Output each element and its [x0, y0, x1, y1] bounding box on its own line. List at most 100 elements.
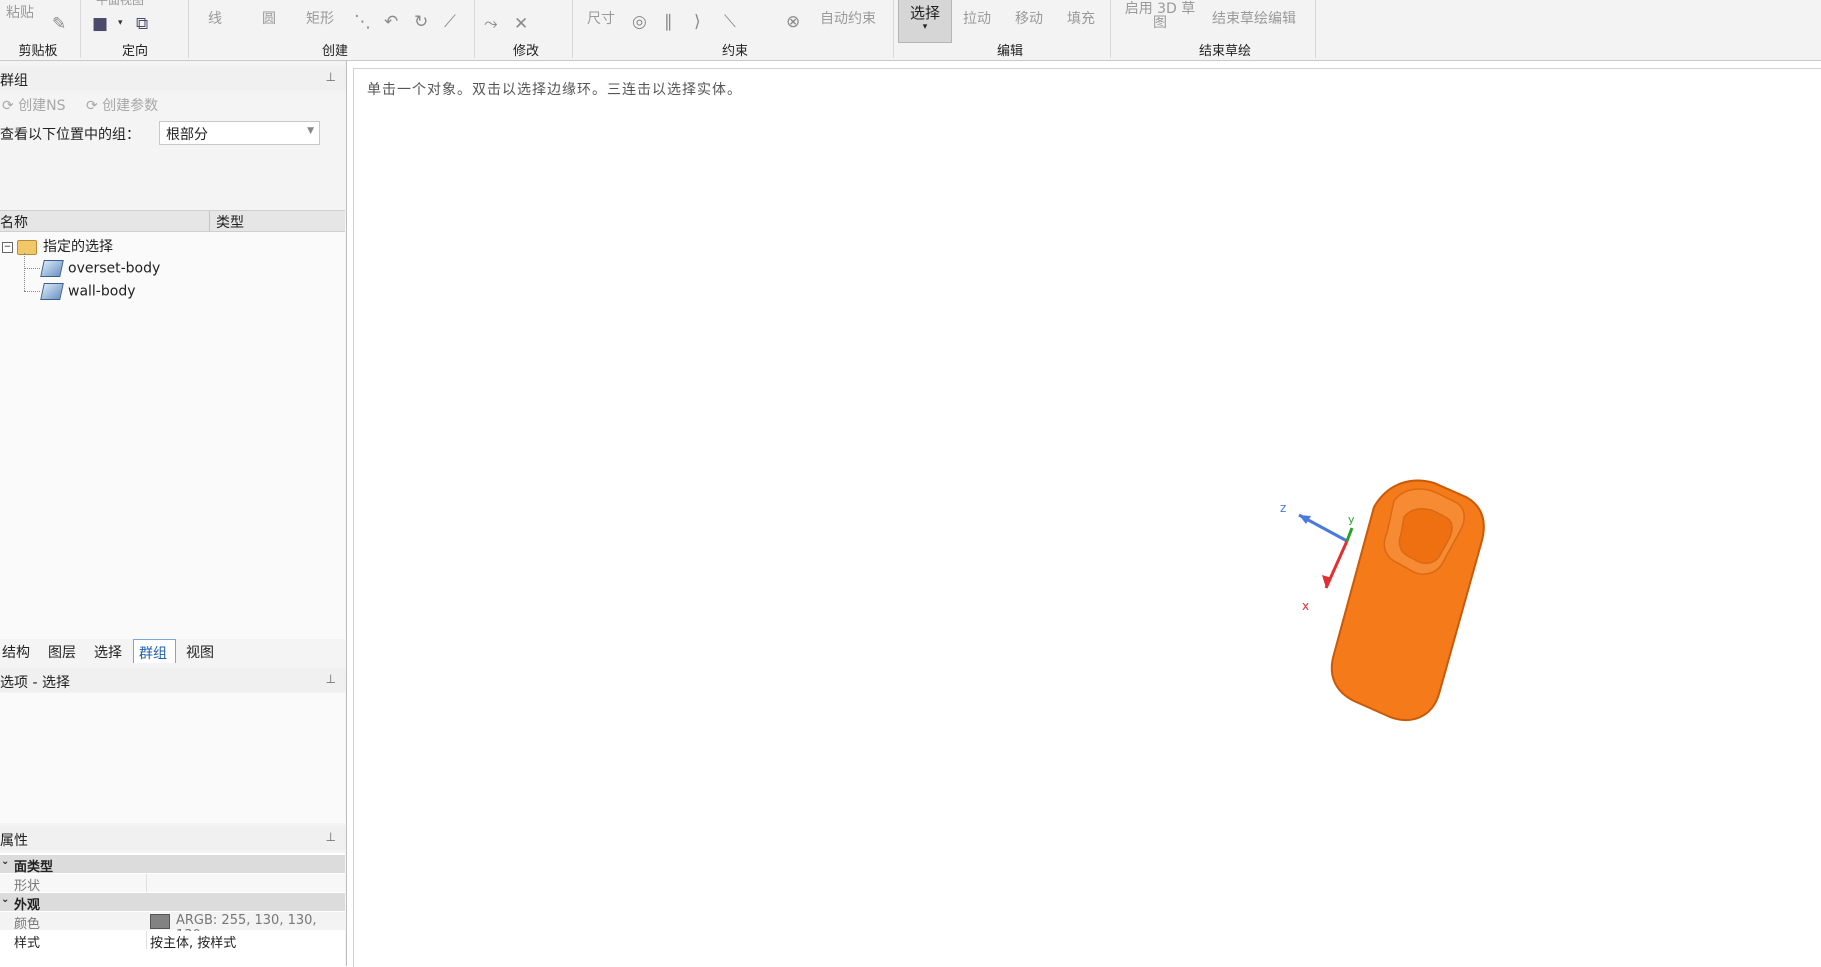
tab-selection[interactable]: 选择 — [94, 639, 122, 663]
spline-icon[interactable]: ⋱ — [354, 12, 371, 32]
ribbon: 粘贴 ✎ 剪贴板 平面视图 ■ ▾ ⧉ 定向 线 圆 矩形 ⋱ ↶ ↻ ⟋ 创建… — [0, 0, 1821, 61]
zoom-extents-icon[interactable]: ⧉ — [136, 14, 148, 34]
enable-3d-sketch-button[interactable]: 启用 3D 草 图 — [1118, 2, 1202, 30]
solid-body-icon — [40, 260, 64, 277]
column-divider — [146, 931, 147, 949]
orange-solid-body[interactable] — [1330, 479, 1485, 721]
separator — [1110, 0, 1111, 58]
create-ns-icon: ⟳ — [2, 98, 19, 114]
options-panel-title: 选项 - 选择 — [0, 675, 70, 691]
tree-item[interactable]: overset-body — [40, 260, 161, 277]
chevron-down-icon: ▼ — [307, 126, 314, 136]
enable-3d-label-line2: 图 — [1153, 15, 1167, 31]
tangent-arc-icon[interactable]: ↻ — [414, 12, 428, 32]
tangent-icon[interactable]: ⟩ — [694, 12, 701, 32]
separator — [1315, 0, 1316, 58]
delete-constraint-icon[interactable]: ⊗ — [786, 12, 800, 32]
z-axis-label: z — [1280, 501, 1286, 515]
view-in-label: 查看以下位置中的组： — [0, 127, 140, 143]
location-dropdown[interactable]: 根部分 ▼ — [159, 121, 320, 145]
plane-view-button[interactable]: 平面视图 — [96, 0, 144, 8]
dimension-button[interactable]: 尺寸 — [587, 8, 615, 28]
options-panel-body — [0, 693, 345, 823]
cube-view-icon[interactable]: ■ — [92, 14, 108, 34]
constraints-group-label: 约束 — [721, 44, 748, 59]
perpendicular-icon[interactable]: ⟍ — [724, 12, 736, 32]
select-button-label: 选择 — [909, 4, 940, 22]
select-button[interactable]: 选择 ▾ — [898, 0, 952, 43]
tree-item-label: overset-body — [68, 260, 161, 277]
column-divider[interactable] — [209, 211, 210, 231]
x-axis-label: x — [1302, 599, 1309, 613]
finish-sketch-group-label: 结束草绘 — [1198, 44, 1251, 59]
groups-panel-header: 群组 ⊥ — [0, 66, 346, 90]
fill-button[interactable]: 填充 — [1067, 8, 1095, 28]
pin-icon[interactable]: ⊥ — [326, 672, 336, 686]
property-row-color[interactable]: 颜色 ARGB: 255, 130, 130, 130 — [0, 912, 345, 943]
scene-canvas[interactable]: z x y — [354, 69, 1821, 967]
format-painter-icon[interactable]: ✎ — [52, 14, 66, 34]
modify-group-label: 修改 — [512, 44, 539, 59]
property-key: 形状 — [14, 879, 41, 894]
separator — [188, 0, 189, 58]
arc-icon[interactable]: ↶ — [384, 12, 398, 32]
tab-groups[interactable]: 群组 — [133, 639, 176, 663]
separator — [80, 0, 81, 58]
property-category-face-type[interactable]: ⌄ 面类型 — [0, 855, 345, 875]
paste-button[interactable]: 粘贴 — [6, 2, 34, 22]
rectangle-button[interactable]: 矩形 — [306, 8, 334, 28]
column-header-name[interactable]: 名称 — [0, 212, 28, 232]
create-param-label: 创建参数 — [102, 98, 159, 114]
pin-icon[interactable]: ⊥ — [326, 70, 336, 84]
tab-layers[interactable]: 图层 — [48, 639, 76, 663]
chevron-down-icon: ⌄ — [1, 856, 10, 867]
line-button[interactable]: 线 — [208, 8, 222, 28]
create-ns-button[interactable]: ⟳ 创建NS — [2, 95, 66, 115]
clipboard-group-label: 剪贴板 — [18, 44, 58, 59]
finish-sketch-edit-button[interactable]: 结束草绘编辑 — [1212, 8, 1296, 28]
tree-header: 名称 类型 — [0, 211, 345, 232]
create-param-icon: ⟳ — [86, 98, 103, 114]
properties-panel-title: 属性 — [0, 833, 28, 849]
color-swatch[interactable] — [150, 914, 170, 929]
y-axis-label: y — [1348, 513, 1355, 526]
edit-group-label: 编辑 — [996, 44, 1023, 59]
property-row-shape[interactable]: 形状 — [0, 874, 345, 894]
property-key: 颜色 — [14, 917, 41, 932]
3d-viewport[interactable]: 单击一个对象。双击以选择边缘环。三连击以选择实体。 z x y — [353, 68, 1821, 967]
move-button[interactable]: 移动 — [1015, 8, 1043, 28]
property-key: 样式 — [14, 936, 41, 951]
properties-panel-body: ⌄ 面类型 形状 ⌄ 外观 颜色 ARGB: 255, 130, 130, 13… — [0, 853, 345, 966]
separator — [572, 0, 573, 58]
folder-label: 指定的选择 — [43, 239, 113, 255]
orient-group-label: 定向 — [121, 44, 148, 59]
pull-button[interactable]: 拉动 — [963, 8, 991, 28]
property-row-style[interactable]: 样式 按主体, 按样式 — [0, 931, 345, 951]
concentric-icon[interactable]: ◎ — [632, 12, 647, 32]
circle-button[interactable]: 圆 — [262, 8, 276, 28]
tree-item[interactable]: wall-body — [40, 283, 135, 300]
column-header-type[interactable]: 类型 — [216, 212, 244, 232]
auto-constrain-button[interactable]: 自动约束 — [820, 8, 876, 28]
tree-connector — [24, 268, 40, 269]
y-axis-line — [1345, 527, 1354, 542]
create-group-label: 创建 — [321, 44, 348, 59]
pin-icon[interactable]: ⊥ — [326, 830, 336, 844]
trim-icon[interactable]: ⤳ — [484, 14, 498, 34]
tree-connector — [24, 291, 40, 292]
collapse-icon[interactable]: − — [2, 241, 13, 253]
chevron-down-icon[interactable]: ▾ — [118, 18, 123, 28]
property-category-label: 外观 — [14, 898, 41, 913]
property-category-label: 面类型 — [14, 860, 54, 875]
create-param-button[interactable]: ⟳ 创建参数 — [86, 95, 158, 115]
tab-views[interactable]: 视图 — [186, 639, 214, 663]
tab-structure[interactable]: 结构 — [2, 639, 30, 663]
create-ns-label: 创建NS — [18, 98, 66, 114]
tree-folder-named-selections[interactable]: − 指定的选择 — [2, 236, 113, 256]
split-icon[interactable]: ✕ — [514, 14, 528, 34]
property-value[interactable]: 按主体, 按样式 — [150, 932, 236, 951]
parallel-icon[interactable]: ∥ — [664, 12, 673, 32]
point-icon[interactable]: ⟋ — [444, 12, 456, 32]
property-category-appearance[interactable]: ⌄ 外观 — [0, 893, 345, 913]
axis-triad: z x y — [1280, 501, 1355, 613]
